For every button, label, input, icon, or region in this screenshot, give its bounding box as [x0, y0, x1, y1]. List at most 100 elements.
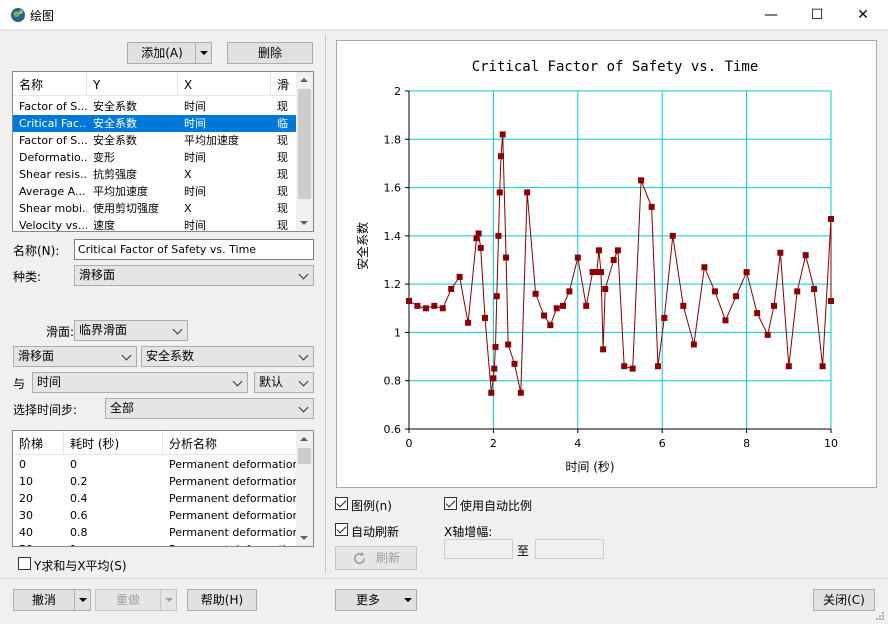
close-button[interactable]: 关闭(C)	[813, 589, 875, 611]
time-step-select[interactable]: 全部	[105, 398, 314, 419]
col-header-slip[interactable]: 滑	[271, 72, 297, 96]
data-point-marker	[431, 302, 438, 309]
maximize-button[interactable]: ☐	[794, 0, 840, 30]
time-cell-step: 10	[19, 475, 33, 488]
plot-list-row[interactable]: Shear resis... 抗剪强度 X 现	[13, 166, 297, 183]
time-cell-step: 40	[19, 526, 33, 539]
plot-list-row[interactable]: Critical Fac... 安全系数 时间 临	[13, 115, 297, 132]
close-window-button[interactable]: ✕	[840, 0, 886, 30]
resize-grip-icon[interactable]	[874, 610, 886, 622]
plot-list-row[interactable]: Velocity vs... 速度 时间 现	[13, 217, 297, 231]
plot-cell-y: 安全系数	[93, 100, 137, 113]
time-step-list[interactable]: 阶梯 耗时 (秒) 分析名称 0 0 Permanent deformation 10…	[12, 430, 314, 547]
minimize-button[interactable]: —	[748, 0, 794, 30]
sum-avg-checkbox[interactable]	[18, 557, 31, 570]
time-list-row[interactable]: 10 0.2 Permanent deformation	[13, 473, 297, 490]
redo-dropdown-arrow[interactable]	[160, 590, 176, 610]
time-list-row[interactable]: 20 0.4 Permanent deformation	[13, 490, 297, 507]
x-tick-label: 0	[406, 437, 413, 450]
data-point-marker	[497, 153, 504, 160]
auto-scale-checkbox[interactable]	[444, 497, 457, 510]
plot-list-row[interactable]: Shear mobi... 使用剪切强度 X 现	[13, 200, 297, 217]
plot-cell-slip: 现	[277, 185, 288, 198]
scroll-down-arrow-icon[interactable]	[300, 221, 308, 225]
col-header-step[interactable]: 阶梯	[13, 431, 64, 455]
chevron-down-icon	[298, 376, 309, 387]
y-tick-label: 1.8	[384, 133, 402, 146]
undo-button[interactable]: 撤消	[13, 589, 91, 611]
data-point-marker	[566, 288, 573, 295]
y-value-select[interactable]: 安全系数	[141, 346, 314, 367]
y-tick-label: 1.6	[384, 182, 402, 195]
plot-cell-x: X	[184, 202, 192, 215]
data-point-marker	[711, 288, 718, 295]
plot-cell-x: 时间	[184, 117, 206, 130]
data-point-marker	[598, 269, 605, 276]
window-title: 绘图	[30, 9, 55, 23]
fos-chart: 0.6 0.8 1 1.2 1.4 1.6 1.8 2 0 2 4 6 8 10 Critical Fact…	[355, 59, 838, 474]
time-list-scrollbar[interactable]	[296, 431, 313, 546]
x-default-text: 默认	[259, 375, 284, 389]
plot-list[interactable]: 名称 Y X 滑 ^ Factor of S... 安全系数 时间现 Critical…	[12, 71, 314, 232]
plot-cell-x: 平均加速度	[184, 134, 239, 147]
time-list-row[interactable]: 40 0.8 Permanent deformation	[13, 524, 297, 541]
time-cell-time: 1	[64, 541, 163, 546]
add-plot-button[interactable]: 添加(A)	[127, 42, 212, 64]
col-header-x[interactable]: X	[178, 72, 271, 96]
scroll-thumb[interactable]	[298, 89, 311, 199]
col-header-analysis[interactable]: 分析名称	[163, 431, 297, 455]
scroll-up-arrow-icon[interactable]	[300, 78, 308, 82]
scroll-thumb[interactable]	[298, 448, 311, 464]
refresh-label: 刷新	[376, 551, 401, 565]
redo-button[interactable]: 重做	[95, 589, 177, 611]
plot-list-scrollbar[interactable]	[296, 72, 313, 231]
plot-cell-name: Critical Fac...	[19, 117, 87, 130]
data-point-marker	[491, 365, 498, 372]
x-increment-to-input[interactable]	[535, 539, 604, 559]
checkmark-icon	[336, 523, 347, 534]
time-cell-step: 30	[19, 509, 33, 522]
plot-name-input[interactable]: Critical Factor of Safety vs. Time	[74, 239, 314, 260]
plot-cell-x: X	[184, 168, 192, 181]
plot-list-row[interactable]: Deformatio... 变形 时间 现	[13, 149, 297, 166]
plot-list-row[interactable]: Factor of S... 安全系数 平均加速度 现	[13, 132, 297, 149]
time-list-row[interactable]: 0 0 Permanent deformation	[13, 456, 297, 473]
slip-surface-select[interactable]: 临界滑面	[74, 320, 188, 341]
time-list-row[interactable]: 30 0.6 Permanent deformation	[13, 507, 297, 524]
time-list-row[interactable]: 501Permanent deformation	[13, 541, 297, 546]
checkmark-icon	[445, 497, 456, 508]
time-cell-step: 20	[19, 492, 33, 505]
redo-label: 重做	[115, 593, 140, 607]
col-header-time[interactable]: 耗时 (秒)	[64, 431, 163, 455]
data-point-marker	[560, 302, 567, 309]
scroll-up-arrow-icon[interactable]	[300, 437, 308, 441]
scroll-down-arrow-icon[interactable]	[300, 536, 308, 540]
plot-list-row[interactable]: Average A... 平均加速度 时间 现	[13, 183, 297, 200]
delete-plot-button[interactable]: 删除	[227, 42, 313, 64]
refresh-button[interactable]: 刷新	[335, 546, 417, 570]
data-point-marker	[669, 232, 676, 239]
plot-cell-name: Average A...	[19, 185, 86, 198]
panel-splitter[interactable]	[325, 34, 326, 574]
x-default-select[interactable]: 默认	[254, 372, 314, 393]
to-label: 至	[517, 544, 530, 558]
data-point-marker	[754, 310, 761, 317]
type-select[interactable]: 滑移面	[74, 265, 314, 286]
plot-cell-x: 时间	[184, 100, 206, 113]
sort-ascending-icon: ^	[127, 71, 137, 80]
x-value-select[interactable]: 时间	[32, 372, 248, 393]
add-dropdown-arrow[interactable]	[195, 43, 211, 63]
undo-dropdown-arrow[interactable]	[74, 590, 90, 610]
y-category-select[interactable]: 滑移面	[13, 346, 137, 367]
legend-checkbox[interactable]	[335, 497, 348, 510]
plot-list-row[interactable]: Factor of S... 安全系数 时间 现	[13, 98, 297, 115]
data-point-marker	[811, 285, 818, 292]
more-label: 更多	[355, 593, 380, 607]
auto-refresh-checkbox[interactable]	[335, 523, 348, 536]
more-button[interactable]: 更多	[335, 589, 417, 611]
help-button[interactable]: 帮助(H)	[187, 589, 257, 611]
col-header-name[interactable]: 名称	[13, 72, 87, 96]
plot-cell-y: 安全系数	[93, 134, 137, 147]
data-point-marker	[614, 247, 621, 254]
x-increment-from-input[interactable]	[444, 539, 513, 559]
